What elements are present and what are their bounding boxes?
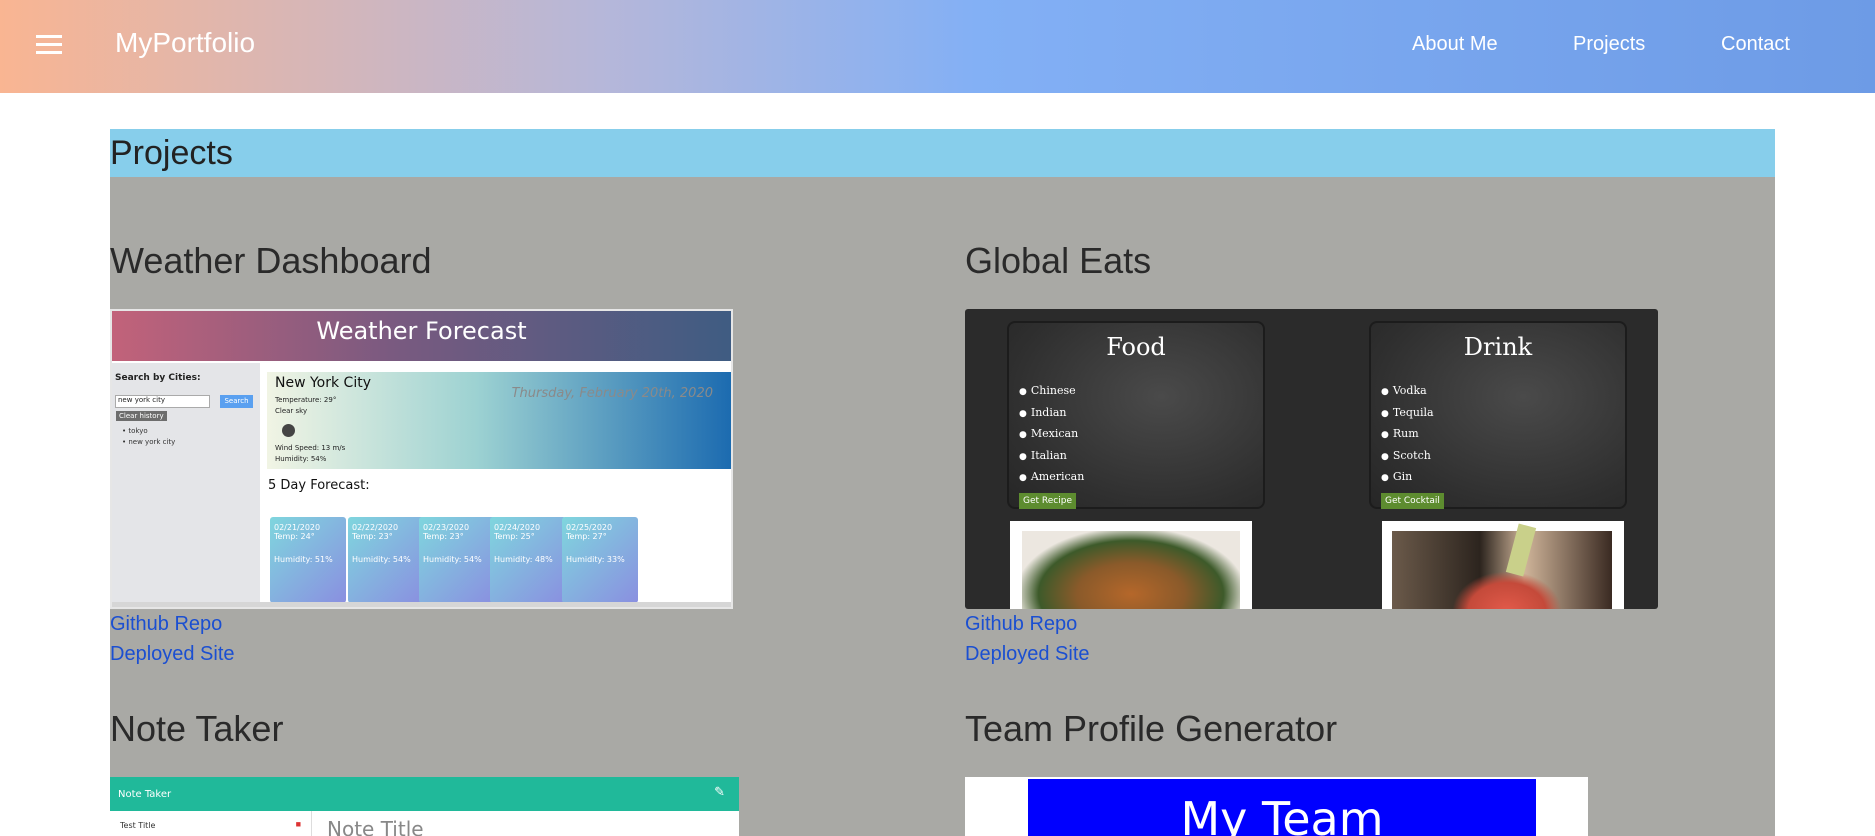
weather-thumb-history-item: • new york city bbox=[122, 438, 176, 446]
nav-link-about-me[interactable]: About Me bbox=[1412, 33, 1498, 56]
forecast-card: 02/23/2020 Temp: 23° Humidity: 54% bbox=[419, 517, 495, 603]
weather-thumb-city: New York City bbox=[275, 375, 371, 391]
food-item: Italian bbox=[1019, 446, 1084, 468]
project-title-note-taker: Note Taker bbox=[110, 708, 284, 749]
drink-photo bbox=[1382, 521, 1624, 609]
drink-item: Scotch bbox=[1381, 446, 1434, 468]
weather-thumb-city-card: New York City Thursday, February 20th, 2… bbox=[267, 372, 731, 469]
weather-thumb-clear-button: Clear history bbox=[116, 411, 167, 421]
get-recipe-button: Get Recipe bbox=[1019, 493, 1076, 509]
forecast-card: 02/22/2020 Temp: 23° Humidity: 54% bbox=[348, 517, 424, 603]
trash-icon: ■ bbox=[295, 819, 301, 829]
note-taker-thumb-list-item: Test Title bbox=[120, 821, 156, 830]
project-title-global-eats: Global Eats bbox=[965, 240, 1152, 281]
food-board-title: Food bbox=[1106, 333, 1166, 361]
drink-board-title: Drink bbox=[1463, 333, 1533, 361]
brand-link[interactable]: MyPortfolio bbox=[115, 27, 255, 59]
note-taker-thumb-list: Test Title ■ bbox=[110, 811, 312, 836]
weather-thumb-sidebar: Search by Cities: new york city Search C… bbox=[112, 363, 260, 603]
weather-thumb-history-item: • tokyo bbox=[122, 427, 148, 435]
drink-item: Vodka bbox=[1381, 381, 1434, 403]
weather-thumb-forecast-label: 5 Day Forecast: bbox=[268, 478, 370, 493]
forecast-card: 02/21/2020 Temp: 24° Humidity: 51% bbox=[270, 517, 346, 603]
drink-item: Tequila bbox=[1381, 403, 1434, 425]
team-profile-screenshot: My Team bbox=[965, 777, 1588, 836]
weather-thumb-temp: Temperature: 29° bbox=[275, 396, 337, 404]
nav-link-projects[interactable]: Projects bbox=[1573, 33, 1645, 56]
food-board: Food Chinese Indian Mexican Italian Amer… bbox=[1007, 321, 1265, 509]
food-item: Indian bbox=[1019, 403, 1084, 425]
weather-thumb-wind: Wind Speed: 13 m/s bbox=[275, 444, 346, 452]
note-taker-thumb-title: Note Taker bbox=[118, 789, 172, 800]
food-item: American bbox=[1019, 467, 1084, 489]
global-eats-screenshot: Food Chinese Indian Mexican Italian Amer… bbox=[965, 309, 1658, 609]
note-taker-thumb-navbar: Note Taker ✎ bbox=[110, 777, 739, 811]
weather-thumb-history: • tokyo • new york city bbox=[122, 426, 175, 448]
weather-thumb-header: Weather Forecast bbox=[112, 311, 731, 361]
forecast-card: 02/24/2020 Temp: 25° Humidity: 48% bbox=[490, 517, 566, 603]
weather-thumb-search-label: Search by Cities: bbox=[115, 373, 201, 383]
get-cocktail-button: Get Cocktail bbox=[1381, 493, 1444, 509]
food-item: Chinese bbox=[1019, 381, 1084, 403]
weather-thumb-humidity: Humidity: 54% bbox=[275, 455, 327, 463]
note-taker-screenshot: Note Taker ✎ Test Title ■ Note Title bbox=[110, 777, 739, 836]
nav-link-contact[interactable]: Contact bbox=[1721, 33, 1790, 56]
project-title-weather-dashboard: Weather Dashboard bbox=[110, 240, 432, 281]
weather-github-link[interactable]: Github Repo bbox=[110, 613, 222, 636]
pencil-icon: ✎ bbox=[714, 785, 725, 800]
drink-list: Vodka Tequila Rum Scotch Gin bbox=[1381, 381, 1434, 489]
weather-thumb-search-button: Search bbox=[220, 395, 253, 408]
global-eats-deployed-link[interactable]: Deployed Site bbox=[965, 643, 1090, 666]
projects-section: Weather Dashboard Weather Forecast Searc… bbox=[110, 177, 1775, 836]
drink-item: Gin bbox=[1381, 467, 1434, 489]
drink-board: Drink Vodka Tequila Rum Scotch Gin Get C… bbox=[1369, 321, 1627, 509]
section-title: Projects bbox=[110, 129, 1775, 177]
weather-deployed-link[interactable]: Deployed Site bbox=[110, 643, 235, 666]
weather-thumb-date: Thursday, February 20th, 2020 bbox=[511, 386, 713, 401]
note-taker-thumb-title-placeholder: Note Title bbox=[327, 817, 424, 836]
forecast-card: 02/25/2020 Temp: 27° Humidity: 33% bbox=[562, 517, 638, 603]
weather-thumb-sky: Clear sky bbox=[275, 407, 308, 415]
drink-item: Rum bbox=[1381, 424, 1434, 446]
navbar: MyPortfolio About Me Projects Contact bbox=[0, 0, 1875, 93]
global-eats-github-link[interactable]: Github Repo bbox=[965, 613, 1077, 636]
hamburger-menu-icon[interactable] bbox=[36, 35, 62, 55]
weather-dashboard-screenshot: Weather Forecast Search by Cities: new y… bbox=[110, 309, 733, 609]
food-list: Chinese Indian Mexican Italian American bbox=[1019, 381, 1084, 489]
project-title-team-profile-generator: Team Profile Generator bbox=[965, 708, 1338, 749]
weather-thumb-search-input: new york city bbox=[115, 395, 210, 408]
food-item: Mexican bbox=[1019, 424, 1084, 446]
team-thumb-banner: My Team bbox=[1028, 779, 1536, 836]
food-photo bbox=[1010, 521, 1252, 609]
weather-thumb-weather-icon bbox=[282, 424, 295, 437]
weather-thumb-scrollbar bbox=[112, 602, 731, 607]
